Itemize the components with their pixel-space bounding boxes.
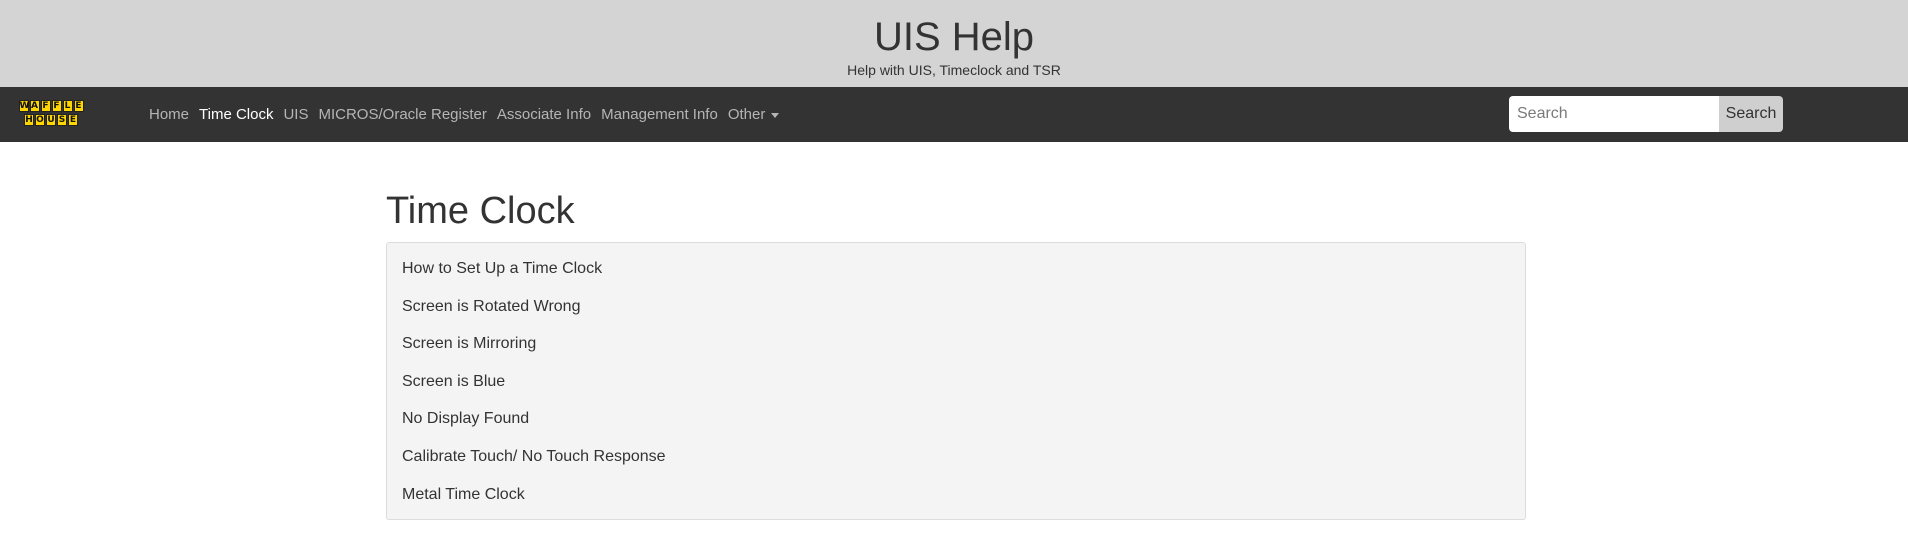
site-title: UIS Help xyxy=(873,15,1035,59)
search-button[interactable]: Search xyxy=(1719,96,1783,132)
main-navbar: W A F F L E H O U S E Home Time Clock UI… xyxy=(0,87,1908,142)
logo-tile: H xyxy=(24,114,34,126)
logo-tile: F xyxy=(51,100,62,112)
list-item[interactable]: Screen is Blue xyxy=(387,363,1525,401)
nav-link-time-clock[interactable]: Time Clock xyxy=(199,106,273,123)
search-input[interactable] xyxy=(1509,96,1719,132)
nav-link-home[interactable]: Home xyxy=(149,106,189,123)
nav-links: Home Time Clock UIS MICROS/Oracle Regist… xyxy=(149,87,789,142)
main-content: Time Clock How to Set Up a Time Clock Sc… xyxy=(386,190,1526,521)
list-item[interactable]: Screen is Mirroring xyxy=(387,325,1525,363)
logo-tile: W xyxy=(18,100,30,112)
time-clock-topic-list: How to Set Up a Time Clock Screen is Rot… xyxy=(386,242,1526,521)
nav-dropdown-other[interactable]: Other xyxy=(728,106,780,123)
logo-tile: E xyxy=(73,100,84,112)
logo-tile: E xyxy=(68,114,78,126)
list-item[interactable]: No Display Found xyxy=(387,400,1525,438)
list-item[interactable]: How to Set Up a Time Clock xyxy=(387,250,1525,288)
logo-tile: L xyxy=(62,100,73,112)
nav-link-uis[interactable]: UIS xyxy=(283,106,308,123)
caret-down-icon xyxy=(771,112,780,118)
page-title: Time Clock xyxy=(386,190,575,232)
list-item[interactable]: Calibrate Touch/ No Touch Response xyxy=(387,438,1525,476)
nav-link-management-info[interactable]: Management Info xyxy=(601,106,718,123)
logo-row-top: W A F F L E xyxy=(13,100,89,112)
nav-link-associate-info[interactable]: Associate Info xyxy=(497,106,591,123)
logo-tile: O xyxy=(35,114,45,126)
list-item[interactable]: Metal Time Clock xyxy=(387,476,1525,514)
logo-tile: F xyxy=(40,100,51,112)
logo-tile: A xyxy=(29,100,40,112)
nav-link-micros-oracle-register[interactable]: MICROS/Oracle Register xyxy=(318,106,486,123)
logo-row-bottom: H O U S E xyxy=(13,114,89,126)
site-header: UIS Help Help with UIS, Timeclock and TS… xyxy=(0,0,1908,87)
waffle-house-logo[interactable]: W A F F L E H O U S E xyxy=(13,100,89,130)
nav-dropdown-other-label: Other xyxy=(727,106,766,123)
logo-tile: U xyxy=(46,114,56,126)
site-subtitle: Help with UIS, Timeclock and TSR xyxy=(847,62,1061,78)
logo-tile: S xyxy=(57,114,67,126)
list-item[interactable]: Screen is Rotated Wrong xyxy=(387,288,1525,326)
search-form: Search xyxy=(1509,96,1783,132)
